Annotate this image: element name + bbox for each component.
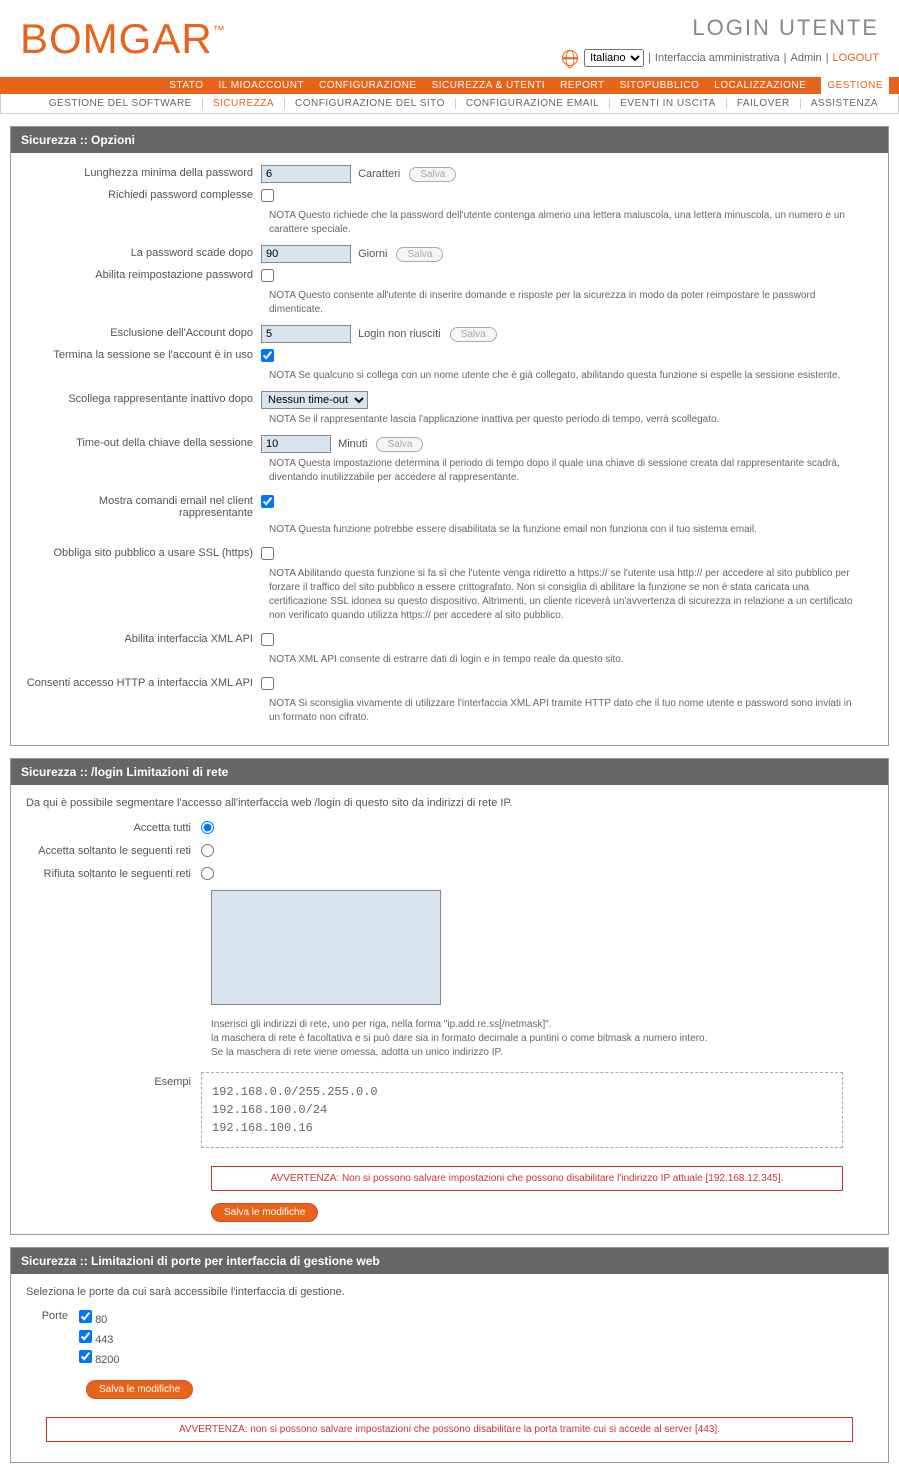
radio-accept-label: Accetta soltanto le seguenti reti xyxy=(26,845,201,857)
nav-secondary-item[interactable]: FAILOVER xyxy=(727,98,801,109)
key-timeout-note: NOTA Questa impostazione determina il pe… xyxy=(269,457,859,485)
radio-accept[interactable] xyxy=(201,844,214,857)
complex-pw-checkbox[interactable] xyxy=(261,189,274,202)
xml-api-label: Abilita interfaccia XML API xyxy=(26,631,261,645)
nav-primary-item[interactable]: SITOPUBBLICO xyxy=(620,80,700,91)
ports-save-button[interactable]: Salva le modifiche xyxy=(86,1380,193,1399)
min-pw-len-label: Lunghezza minima della password xyxy=(26,165,261,179)
network-hint2: la maschera di rete è facoltativa e si p… xyxy=(211,1032,873,1046)
page-title: LOGIN UTENTE xyxy=(562,15,879,41)
network-hint1: Inserisci gli indirizzi di rete, uno per… xyxy=(211,1018,873,1032)
complex-pw-note: NOTA Questo richiede che la password del… xyxy=(269,209,859,237)
section-network-header: Sicurezza :: /login Limitazioni di rete xyxy=(11,759,888,785)
terminate-label: Termina la sessione se l'account è in us… xyxy=(26,347,261,361)
show-email-checkbox[interactable] xyxy=(261,495,274,508)
key-timeout-save[interactable]: Salva xyxy=(376,437,423,452)
nav-primary-item[interactable]: REPORT xyxy=(560,80,605,91)
network-hint3: Se la maschera di rete viene omessa, ado… xyxy=(211,1046,873,1060)
pw-reset-checkbox[interactable] xyxy=(261,269,274,282)
nav-primary-item[interactable]: SICUREZZA & UTENTI xyxy=(432,80,545,91)
section-ports-header: Sicurezza :: Limitazioni di porte per in… xyxy=(11,1248,888,1274)
xml-http-note: NOTA Si sconsiglia vivamente di utilizza… xyxy=(269,697,859,725)
port-label: 443 xyxy=(95,1334,113,1346)
show-email-label: Mostra comandi email nel client rapprese… xyxy=(26,493,261,519)
ports-label: Porte xyxy=(26,1310,76,1322)
force-ssl-checkbox[interactable] xyxy=(261,547,274,560)
min-pw-len-save[interactable]: Salva xyxy=(409,167,456,182)
ports-intro: Seleziona le porte da cui sarà accessibi… xyxy=(26,1286,873,1298)
nav-primary-item[interactable]: STATO xyxy=(169,80,203,91)
nav-secondary-item[interactable]: CONFIGURAZIONE EMAIL xyxy=(456,98,610,109)
lockout-save[interactable]: Salva xyxy=(450,327,497,342)
network-save-button[interactable]: Salva le modifiche xyxy=(211,1203,318,1222)
radio-all-label: Accetta tutti xyxy=(26,822,201,834)
language-select[interactable]: Italiano xyxy=(584,49,644,67)
port-label: 8200 xyxy=(95,1354,119,1366)
min-pw-len-input[interactable] xyxy=(261,165,351,183)
min-pw-len-suffix: Caratteri xyxy=(358,168,400,180)
nav-secondary-item[interactable]: EVENTI IN USCITA xyxy=(610,98,727,109)
terminate-checkbox[interactable] xyxy=(261,349,274,362)
nav-secondary-item[interactable]: SICUREZZA xyxy=(203,98,285,109)
globe-icon xyxy=(562,50,578,66)
radio-reject-label: Rifiuta soltanto le seguenti reti xyxy=(26,868,201,880)
idle-label: Scollega rappresentante inattivo dopo xyxy=(26,391,261,405)
admin-link[interactable]: Admin xyxy=(791,52,822,64)
idle-select[interactable]: Nessun time-out xyxy=(261,391,368,409)
complex-pw-label: Richiedi password complesse xyxy=(26,187,261,201)
key-timeout-label: Time-out della chiave della sessione xyxy=(26,435,261,449)
pw-expire-suffix: Giorni xyxy=(358,248,387,260)
nav-secondary-item[interactable]: GESTIONE DEL SOFTWARE xyxy=(39,98,203,109)
port-checkbox[interactable] xyxy=(79,1310,92,1323)
ports-warning: AVVERTENZA: non si possono salvare impos… xyxy=(46,1417,853,1442)
nav-secondary: GESTIONE DEL SOFTWARESICUREZZACONFIGURAZ… xyxy=(0,94,899,114)
pw-reset-label: Abilita reimpostazione password xyxy=(26,267,261,281)
idle-note: NOTA Se il rappresentante lascia l'appli… xyxy=(269,413,859,427)
admin-interface-link[interactable]: Interfaccia amministrativa xyxy=(655,52,780,64)
logout-link[interactable]: LOGOUT xyxy=(833,52,879,64)
radio-all[interactable] xyxy=(201,821,214,834)
network-intro: Da qui è possibile segmentare l'accesso … xyxy=(26,797,873,809)
key-timeout-suffix: Minuti xyxy=(338,438,367,450)
radio-reject[interactable] xyxy=(201,867,214,880)
show-email-note: NOTA Questa funzione potrebbe essere dis… xyxy=(269,523,859,537)
lockout-label: Esclusione dell'Account dopo xyxy=(26,325,261,339)
pw-expire-input[interactable] xyxy=(261,245,351,263)
lockout-input[interactable] xyxy=(261,325,351,343)
key-timeout-input[interactable] xyxy=(261,435,331,453)
pw-expire-save[interactable]: Salva xyxy=(396,247,443,262)
xml-http-label: Consenti accesso HTTP a interfaccia XML … xyxy=(26,675,261,689)
pw-expire-label: La password scade dopo xyxy=(26,245,261,259)
nav-secondary-item[interactable]: ASSISTENZA xyxy=(801,98,888,109)
force-ssl-label: Obbliga sito pubblico a usare SSL (https… xyxy=(26,545,261,559)
nav-primary-item[interactable]: GESTIONE xyxy=(821,77,889,94)
network-textarea[interactable] xyxy=(211,890,441,1005)
section-options-header: Sicurezza :: Opzioni xyxy=(11,127,888,153)
nav-primary: STATO IL MIOACCOUNT CONFIGURAZIONE SICUREZZ… xyxy=(0,77,899,94)
pw-reset-note: NOTA Questo consente all'utente di inser… xyxy=(269,289,859,317)
terminate-note: NOTA Se qualcuno si collega con un nome … xyxy=(269,369,859,383)
port-checkbox[interactable] xyxy=(79,1330,92,1343)
xml-http-checkbox[interactable] xyxy=(261,677,274,690)
nav-secondary-item[interactable]: CONFIGURAZIONE DEL SITO xyxy=(285,98,456,109)
examples-box: 192.168.0.0/255.255.0.0 192.168.100.0/24… xyxy=(201,1072,843,1148)
nav-primary-item[interactable]: CONFIGURAZIONE xyxy=(319,80,417,91)
xml-api-checkbox[interactable] xyxy=(261,633,274,646)
examples-label: Esempi xyxy=(26,1072,201,1088)
port-label: 80 xyxy=(95,1314,107,1326)
nav-primary-item[interactable]: LOCALIZZAZIONE xyxy=(714,80,806,91)
force-ssl-note: NOTA Abilitando questa funzione si fa sì… xyxy=(269,567,859,623)
port-checkbox[interactable] xyxy=(79,1350,92,1363)
lockout-suffix: Login non riusciti xyxy=(358,328,441,340)
xml-api-note: NOTA XML API consente di estrarre dati d… xyxy=(269,653,859,667)
logo: BOMGAR™ xyxy=(20,15,226,63)
nav-primary-item[interactable]: IL MIOACCOUNT xyxy=(218,80,304,91)
network-warning: AVVERTENZA: Non si possono salvare impos… xyxy=(211,1166,843,1191)
